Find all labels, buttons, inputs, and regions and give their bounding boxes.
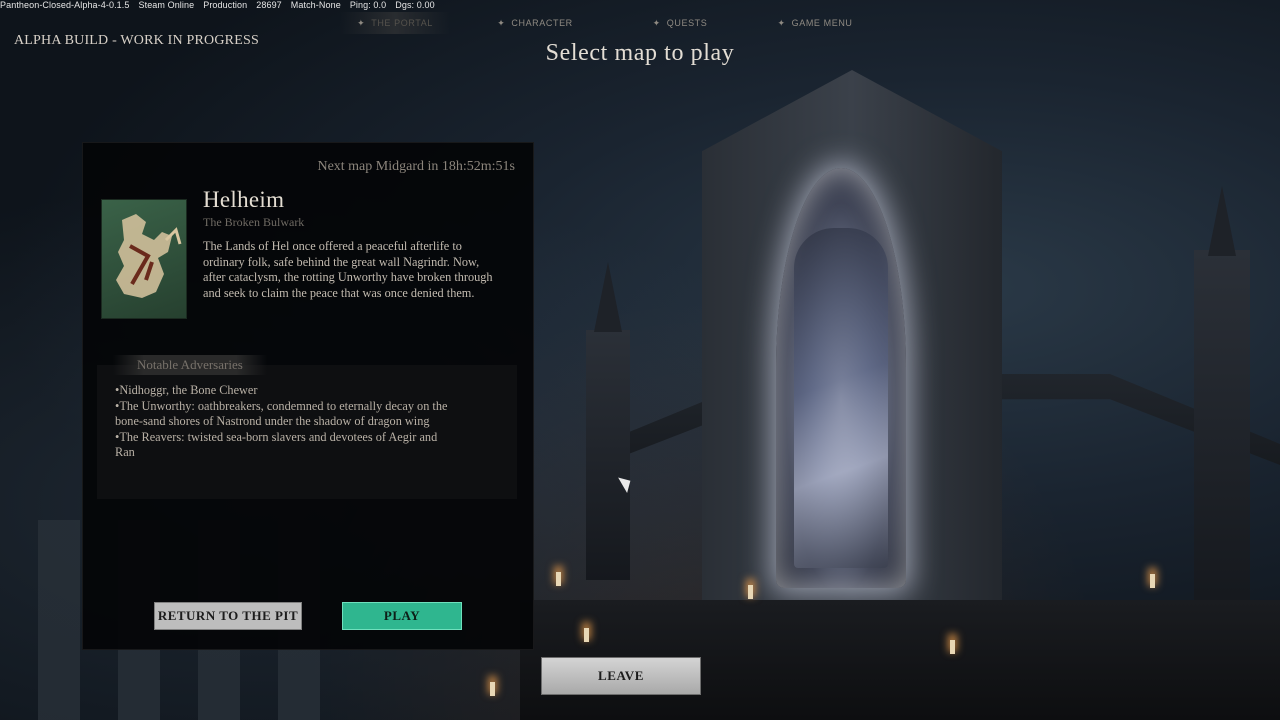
debug-dgs: Dgs: 0.00 <box>395 0 435 10</box>
map-name: Helheim <box>203 187 285 212</box>
diamond-icon: ✦ <box>357 17 366 28</box>
left-tower <box>586 330 630 580</box>
adversaries-heading: Notable Adversaries <box>113 355 267 375</box>
page-title: Select map to play <box>545 40 735 66</box>
wolf-emblem-icon <box>116 214 182 298</box>
map-subtitle: The Broken Bulwark <box>203 215 305 229</box>
adversary-item: Nidhoggr, the Bone Chewer <box>115 383 455 399</box>
top-navigation: ✦ THE PORTAL ✦ CHARACTER ✦ QUESTS ✦ GAME… <box>340 12 940 34</box>
candle <box>950 640 955 654</box>
debug-info-bar: Pantheon-Closed-Alpha-4-0.1.5 Steam Onlin… <box>0 0 444 10</box>
candle <box>490 682 495 696</box>
map-description: The Lands of Hel once offered a peaceful… <box>203 239 493 300</box>
portal-reflection <box>794 228 888 568</box>
tab-label: THE PORTAL <box>371 18 433 28</box>
tab-label: CHARACTER <box>511 18 573 28</box>
diamond-icon: ✦ <box>497 17 506 28</box>
candle <box>1150 574 1155 588</box>
debug-ping: Ping: 0.0 <box>349 0 387 10</box>
adversary-item: The Unworthy: oathbreakers, condemned to… <box>115 399 455 430</box>
adversaries-list: Nidhoggr, the Bone Chewer The Unworthy: … <box>115 383 455 461</box>
debug-match: Match-None <box>290 0 341 10</box>
tab-label: GAME MENU <box>791 18 853 28</box>
tab-game-menu[interactable]: ✦ GAME MENU <box>740 12 890 34</box>
candle <box>584 628 589 642</box>
diamond-icon: ✦ <box>652 17 661 28</box>
map-info-panel: Next map Midgard in 18h:52m:51s Helheim … <box>82 142 534 650</box>
debug-build: Pantheon-Closed-Alpha-4-0.1.5 <box>0 0 130 10</box>
tab-quests[interactable]: ✦ QUESTS <box>620 12 740 34</box>
right-spire <box>1208 186 1236 256</box>
debug-id: 28697 <box>256 0 282 10</box>
candle <box>748 585 753 599</box>
adversary-item: The Reavers: twisted sea-born slavers an… <box>115 430 455 461</box>
debug-env: Production <box>203 0 248 10</box>
debug-platform: Steam Online <box>138 0 195 10</box>
tab-the-portal[interactable]: ✦ THE PORTAL <box>340 12 450 34</box>
diamond-icon: ✦ <box>777 17 786 28</box>
shattered-portal <box>776 168 906 588</box>
candle <box>556 572 561 586</box>
leave-button[interactable]: LEAVE <box>541 657 701 695</box>
next-map-timer: Next map Midgard in 18h:52m:51s <box>317 159 515 174</box>
play-button[interactable]: PLAY <box>342 602 462 630</box>
tab-character[interactable]: ✦ CHARACTER <box>450 12 620 34</box>
map-emblem-image <box>101 199 187 319</box>
right-tower <box>1194 250 1250 610</box>
return-to-pit-button[interactable]: RETURN TO THE PIT <box>154 602 302 630</box>
tab-label: QUESTS <box>666 18 708 28</box>
left-spire <box>594 262 622 332</box>
